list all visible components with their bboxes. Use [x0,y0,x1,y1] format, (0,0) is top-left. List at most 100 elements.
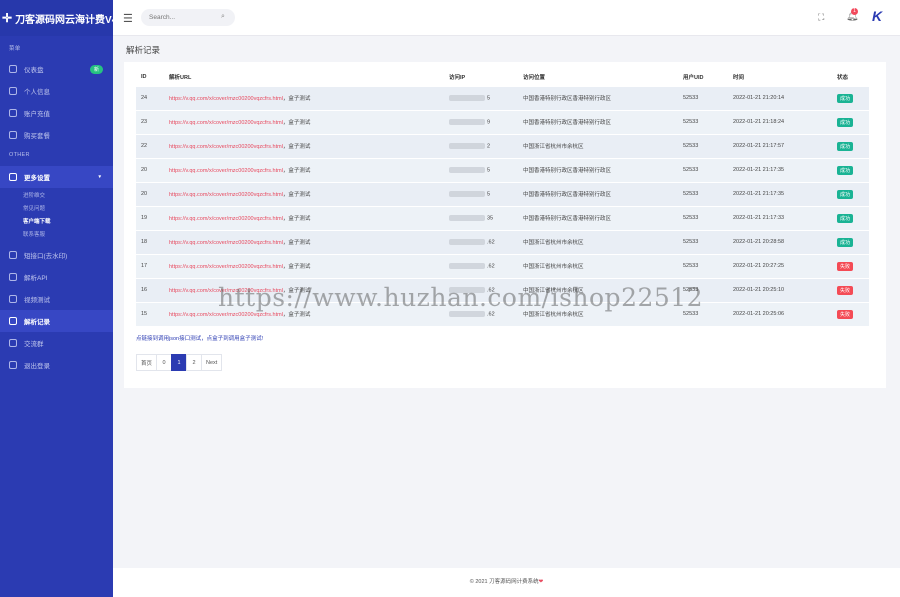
sidebar-item[interactable]: 仪表盘 新 [0,58,113,80]
sidebar-item-label: 短接口(去水印) [24,253,68,260]
cell-ip: 2 [444,133,518,158]
sidebar-item[interactable]: 短接口(去水印) [0,244,113,266]
parsed-url-link[interactable]: https://v.qq.com/x/cover/mzc00200vqzcfrs… [169,216,283,222]
cell-status: 失败 [832,301,869,326]
page-button[interactable]: 1 [171,354,188,371]
sidebar-item[interactable]: 个人信息 [0,80,113,102]
cell-time: 2022-01-21 20:27:25 [728,253,832,278]
sidebar-item[interactable]: 退出登录 [0,354,113,376]
url-suffix: ，盒子测试 [282,168,311,174]
sidebar-item-label: 视频测试 [24,297,50,304]
menu-icon[interactable]: ☰ [123,12,133,25]
cell-id: 24 [136,85,164,110]
cell-time: 2022-01-21 21:18:24 [728,109,832,134]
page-button[interactable]: 2 [186,354,203,371]
records-table: ID 解析URL 访问IP 访问位置 用户UID 时间 状态 24 https://v.qq.… [136,68,869,326]
cell-status: 成功 [832,181,869,206]
cell-location: 中国香港特别行政区香港特别行政区 [518,85,678,110]
parsed-url-link[interactable]: https://v.qq.com/x/cover/mzc00200vqzcfrs… [169,120,283,126]
status-badge: 失败 [837,261,854,271]
sidebar-subitem[interactable]: 联系客服 [0,227,113,240]
url-suffix: ，盒子测试 [282,240,311,246]
ip-redacted [449,190,485,197]
column-header: 时间 [733,74,745,81]
ip-text: 5 [487,191,491,198]
avatar[interactable]: K [872,8,889,27]
cell-time: 2022-01-21 21:17:57 [728,133,832,158]
sidebar-item-label: 账户充值 [24,111,50,118]
column-header: 状态 [837,74,849,81]
menu-item-icon [9,295,17,303]
fullscreen-icon[interactable]: ⛶ [818,12,824,23]
parsed-url-link[interactable]: https://v.qq.com/x/cover/mzc00200vqzcfrs… [169,312,283,318]
ip-text: .62 [487,287,495,294]
cell-time: 2022-01-21 21:17:33 [728,205,832,230]
parsed-url-link[interactable]: https://v.qq.com/x/cover/mzc00200vqzcfrs… [169,288,283,294]
cell-url: https://v.qq.com/x/cover/mzc00200vqzcfrs… [164,181,444,206]
search-icon[interactable]: ⌕ [221,13,225,21]
cell-uid: 52533 [678,301,728,326]
ip-redacted [449,262,485,269]
column-header: 访问位置 [523,74,546,81]
cell-location: 中国浙江省杭州市余杭区 [518,277,678,302]
cell-url: https://v.qq.com/x/cover/mzc00200vqzcfrs… [164,85,444,110]
parsed-url-link[interactable]: https://v.qq.com/x/cover/mzc00200vqzcfrs… [169,192,283,198]
menu-item-icon [9,317,17,325]
sidebar-item-label: 个人信息 [24,89,50,96]
brand[interactable]: ✛ 刀客源码网云海计费V4.3 [0,0,113,36]
sidebar-item[interactable]: 解析记录 [0,310,113,332]
table-row: 19 https://v.qq.com/x/cover/mzc00200vqzcf… [136,205,869,230]
api-test-link[interactable]: 点链接到调用json接口测试，点盒子到调用盒子测试! [136,334,263,342]
sidebar-subitem[interactable]: 常见问题 [0,201,113,214]
sidebar-item-settings[interactable]: 更多设置 ▾ [0,166,113,188]
ip-text: 5 [487,95,491,102]
ip-redacted [449,166,485,173]
cell-uid: 52533 [678,229,728,254]
pagination: 首页 0 1 2 Next [136,354,223,371]
parsed-url-link[interactable]: https://v.qq.com/x/cover/mzc00200vqzcfrs… [169,240,283,246]
ip-text: 2 [487,143,491,150]
sidebar-item[interactable]: 购买套餐 [0,124,113,146]
cell-location: 中国浙江省杭州市余杭区 [518,301,678,326]
cell-uid: 52533 [678,181,728,206]
page-button[interactable]: 0 [156,354,173,371]
cell-ip: 5 [444,157,518,182]
sidebar-item[interactable]: 视频测试 [0,288,113,310]
page-button[interactable]: Next [201,354,223,371]
page-button[interactable]: 首页 [136,354,158,371]
cell-ip: .62 [444,229,518,254]
url-suffix: ，盒子测试 [282,96,311,102]
status-badge: 成功 [837,165,854,175]
sidebar-item[interactable]: 交流群 [0,332,113,354]
new-badge: 新 [89,64,103,74]
cell-url: https://v.qq.com/x/cover/mzc00200vqzcfrs… [164,157,444,182]
menu-item-icon [9,273,17,281]
menu-item-icon [9,131,17,139]
sidebar-subitem[interactable]: 客户端下载 [0,214,113,227]
sidebar-item[interactable]: 解析API [0,266,113,288]
parsed-url-link[interactable]: https://v.qq.com/x/cover/mzc00200vqzcfrs… [169,144,283,150]
parsed-url-link[interactable]: https://v.qq.com/x/cover/mzc00200vqzcfrs… [169,96,283,102]
cell-status: 成功 [832,205,869,230]
status-badge: 成功 [837,93,854,103]
cell-id: 19 [136,205,164,230]
cell-url: https://v.qq.com/x/cover/mzc00200vqzcfrs… [164,109,444,134]
ip-text: 5 [487,167,491,174]
section-other: OTHER [9,152,30,158]
sidebar-item[interactable]: 账户充值 [0,102,113,124]
heart-icon: ❤ [538,579,544,585]
menu-item-icon [9,251,17,259]
sidebar-subitem[interactable]: 进阶维交 [0,188,113,201]
table-row: 20 https://v.qq.com/x/cover/mzc00200vqzcf… [136,181,869,206]
cell-uid: 52533 [678,85,728,110]
url-suffix: ，盒子测试 [282,144,311,150]
parsed-url-link[interactable]: https://v.qq.com/x/cover/mzc00200vqzcfrs… [169,168,283,174]
cell-uid: 52533 [678,109,728,134]
ip-text: .62 [487,311,495,318]
cell-time: 2022-01-21 21:17:35 [728,157,832,182]
cell-status: 成功 [832,157,869,182]
cell-location: 中国浙江省杭州市余杭区 [518,133,678,158]
url-suffix: ，盒子测试 [282,288,311,294]
parsed-url-link[interactable]: https://v.qq.com/x/cover/mzc00200vqzcfrs… [169,264,283,270]
ip-redacted [449,118,485,125]
